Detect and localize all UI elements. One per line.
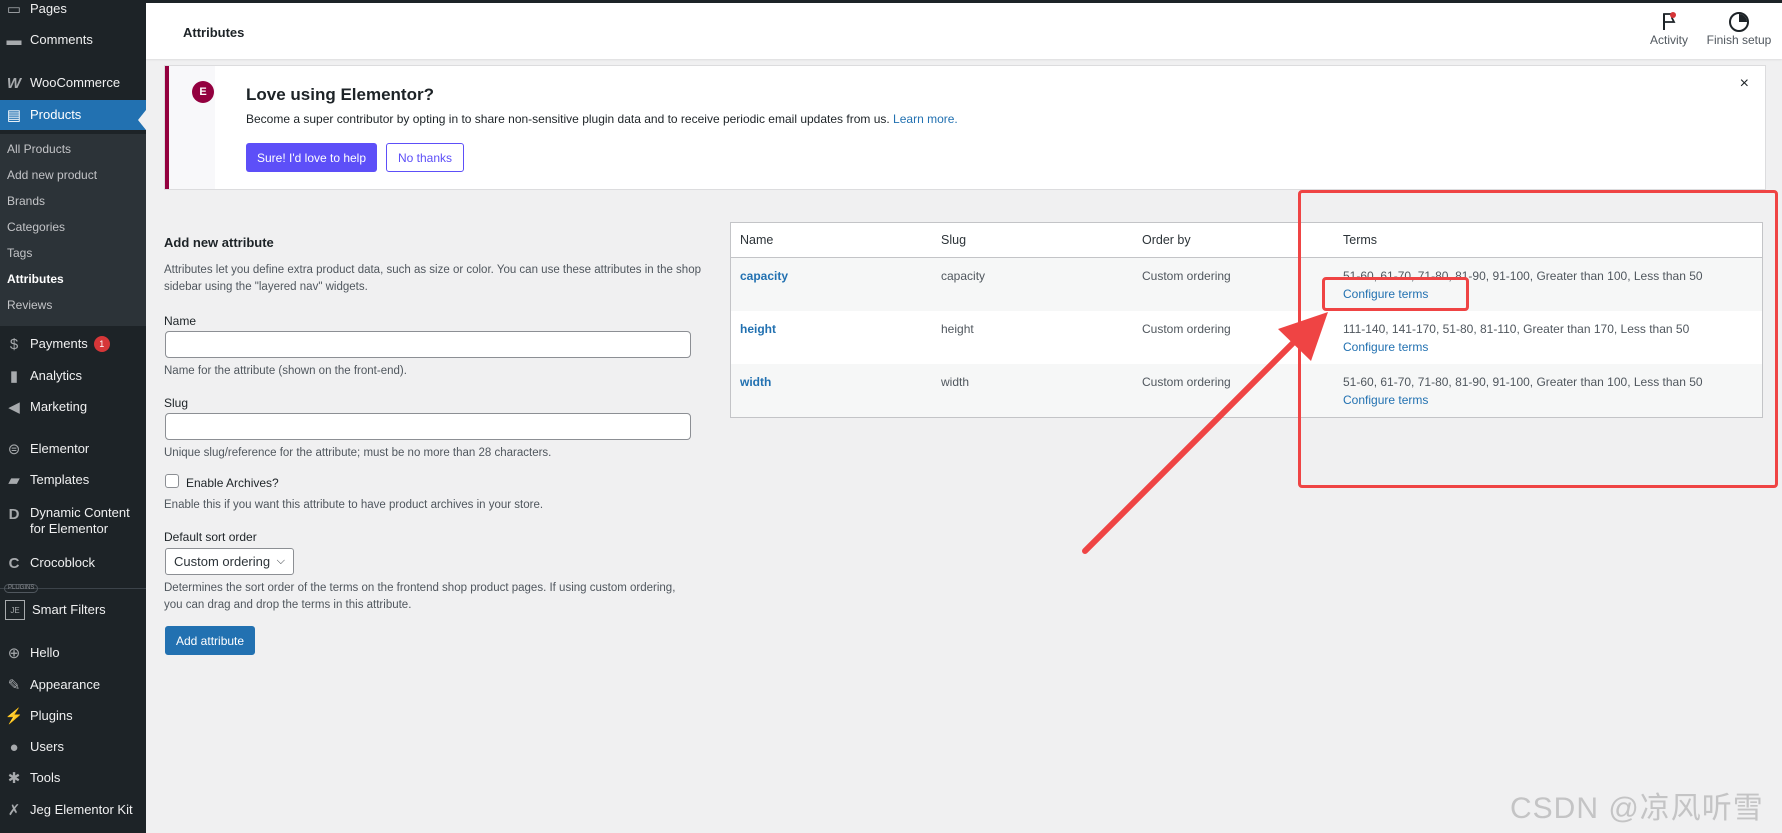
sidebar-item-woocommerce[interactable]: W WooCommerce bbox=[0, 73, 146, 93]
enable-archives-checkbox[interactable] bbox=[165, 474, 179, 488]
slug-description: Unique slug/reference for the attribute;… bbox=[164, 447, 552, 459]
sidebar-item-appearance[interactable]: ✎ Appearance bbox=[0, 675, 146, 695]
finish-setup-button[interactable]: Finish setup bbox=[1704, 11, 1774, 47]
dynamic-content-icon: D bbox=[8, 505, 20, 523]
configure-terms-link[interactable]: Configure terms bbox=[1343, 287, 1428, 301]
sidebar-item-payments[interactable]: $ Payments 1 bbox=[0, 334, 146, 354]
sidebar-item-jeg-kit[interactable]: ✗ Jeg Elementor Kit bbox=[0, 800, 146, 820]
templates-icon: ▰ bbox=[8, 472, 20, 489]
submenu-attributes[interactable]: Attributes bbox=[7, 272, 64, 286]
pages-icon: ▭ bbox=[6, 1, 22, 18]
products-submenu: All Products Add new product Brands Cate… bbox=[0, 134, 146, 326]
table-row: capacity capacity Custom ordering 51-60,… bbox=[731, 258, 1762, 311]
column-header-order-by: Order by bbox=[1142, 233, 1191, 247]
sidebar-item-tools[interactable]: ✱ Tools bbox=[0, 768, 146, 788]
sidebar-item-users[interactable]: ● Users bbox=[0, 737, 146, 757]
attribute-name-link[interactable]: width bbox=[740, 375, 771, 389]
slug-label: Slug bbox=[164, 396, 189, 410]
sidebar-item-pages[interactable]: ▭ Pages bbox=[0, 0, 146, 18]
column-header-terms: Terms bbox=[1343, 233, 1378, 247]
flag-icon bbox=[1663, 12, 1676, 30]
comments-icon: ▬ bbox=[6, 31, 22, 49]
appearance-icon: ✎ bbox=[7, 677, 21, 694]
plugins-icon: ⚡ bbox=[4, 708, 24, 725]
submenu-brands[interactable]: Brands bbox=[7, 194, 45, 208]
name-input[interactable] bbox=[165, 331, 691, 358]
attribute-slug: capacity bbox=[941, 269, 986, 283]
progress-icon bbox=[1729, 12, 1749, 32]
opt-in-button[interactable]: Sure! I'd love to help bbox=[246, 143, 378, 172]
elementor-logo-icon: E bbox=[192, 81, 214, 103]
page-title: Attributes bbox=[183, 25, 245, 40]
payments-badge: 1 bbox=[93, 336, 110, 352]
configure-terms-link[interactable]: Configure terms bbox=[1343, 340, 1428, 354]
enable-archives-label: Enable Archives? bbox=[186, 476, 279, 490]
elementor-notice: E Love using Elementor? Become a super c… bbox=[164, 65, 1766, 190]
attribute-slug: height bbox=[941, 322, 974, 336]
column-header-slug: Slug bbox=[941, 233, 967, 247]
active-indicator bbox=[138, 110, 146, 130]
submenu-tags[interactable]: Tags bbox=[7, 246, 32, 260]
attribute-terms: 51-60, 61-70, 71-80, 81-90, 91-100, Grea… bbox=[1343, 269, 1703, 283]
slug-input[interactable] bbox=[165, 413, 691, 440]
archives-description: Enable this if you want this attribute t… bbox=[164, 499, 544, 511]
configure-terms-link[interactable]: Configure terms bbox=[1343, 393, 1428, 407]
attribute-terms: 51-60, 61-70, 71-80, 81-90, 91-100, Grea… bbox=[1343, 375, 1703, 389]
submenu-all-products[interactable]: All Products bbox=[7, 142, 71, 156]
form-heading: Add new attribute bbox=[164, 235, 274, 250]
plugins-tag: PLUGINS bbox=[4, 584, 39, 593]
submenu-reviews[interactable]: Reviews bbox=[7, 298, 52, 312]
sidebar-item-dynamic-content[interactable]: D Dynamic Content for Elementor bbox=[0, 505, 146, 541]
products-icon: ▤ bbox=[6, 107, 22, 124]
watermark: CSDN @凉风听雪 bbox=[1510, 792, 1764, 825]
sort-order-select[interactable]: Custom ordering ⌵ bbox=[165, 548, 294, 575]
sidebar-item-marketing[interactable]: ◀ Marketing bbox=[0, 397, 146, 417]
attribute-name-link[interactable]: capacity bbox=[740, 269, 788, 283]
jeg-kit-icon: ✗ bbox=[7, 802, 21, 819]
admin-sidebar: ▭ Pages ▬ Comments W WooCommerce ▤ Produ… bbox=[0, 0, 146, 833]
submenu-add-new-product[interactable]: Add new product bbox=[7, 168, 97, 182]
notice-title: Love using Elementor? bbox=[246, 85, 434, 104]
sidebar-item-smart-filters[interactable]: JE Smart Filters bbox=[0, 600, 146, 620]
sidebar-item-templates[interactable]: ▰ Templates bbox=[0, 470, 146, 490]
name-description: Name for the attribute (shown on the fro… bbox=[164, 365, 407, 377]
smart-filters-icon: JE bbox=[5, 600, 25, 620]
annotation-arrow bbox=[1082, 312, 1328, 554]
chevron-down-icon: ⌵ bbox=[276, 555, 285, 567]
attribute-order: Custom ordering bbox=[1142, 269, 1231, 283]
learn-more-link[interactable]: Learn more. bbox=[893, 112, 958, 126]
submenu-categories[interactable]: Categories bbox=[7, 220, 65, 234]
users-icon: ● bbox=[9, 738, 19, 756]
close-icon[interactable]: × bbox=[1740, 75, 1749, 93]
add-attribute-button[interactable]: Add attribute bbox=[165, 626, 256, 655]
column-header-name: Name bbox=[740, 233, 774, 247]
sidebar-item-crocoblock[interactable]: C Crocoblock bbox=[0, 553, 146, 573]
no-thanks-button[interactable]: No thanks bbox=[386, 143, 465, 172]
sidebar-item-comments[interactable]: ▬ Comments bbox=[0, 31, 146, 49]
sidebar-item-products[interactable]: ▤ Products bbox=[0, 100, 146, 130]
attribute-terms: 111-140, 141-170, 51-80, 81-110, Greater… bbox=[1343, 322, 1690, 336]
sidebar-item-elementor[interactable]: ⊜ Elementor bbox=[0, 439, 146, 459]
notice-text: Become a super contributor by opting in … bbox=[246, 112, 958, 126]
name-label: Name bbox=[164, 314, 197, 328]
form-intro: Attributes let you define extra product … bbox=[164, 264, 701, 293]
crocoblock-icon: C bbox=[8, 554, 20, 572]
sidebar-item-hello[interactable]: ⊕ Hello bbox=[0, 643, 146, 663]
payments-icon: $ bbox=[9, 335, 19, 353]
sort-order-label: Default sort order bbox=[164, 530, 257, 544]
sidebar-item-analytics[interactable]: ▮ Analytics bbox=[0, 366, 146, 386]
attribute-name-link[interactable]: height bbox=[740, 322, 776, 336]
top-bar: Attributes Activity Finish setup bbox=[146, 0, 1782, 59]
woocommerce-icon: W bbox=[6, 74, 22, 92]
hello-icon: ⊕ bbox=[7, 645, 21, 662]
elementor-icon: ⊜ bbox=[7, 441, 21, 458]
marketing-icon: ◀ bbox=[8, 399, 20, 416]
analytics-icon: ▮ bbox=[9, 368, 19, 385]
sort-order-description: Determines the sort order of the terms o… bbox=[164, 582, 676, 611]
activity-button[interactable]: Activity bbox=[1644, 11, 1694, 47]
attribute-slug: width bbox=[941, 375, 970, 389]
sidebar-item-plugins[interactable]: ⚡ Plugins bbox=[0, 706, 146, 726]
tools-icon: ✱ bbox=[7, 770, 21, 787]
